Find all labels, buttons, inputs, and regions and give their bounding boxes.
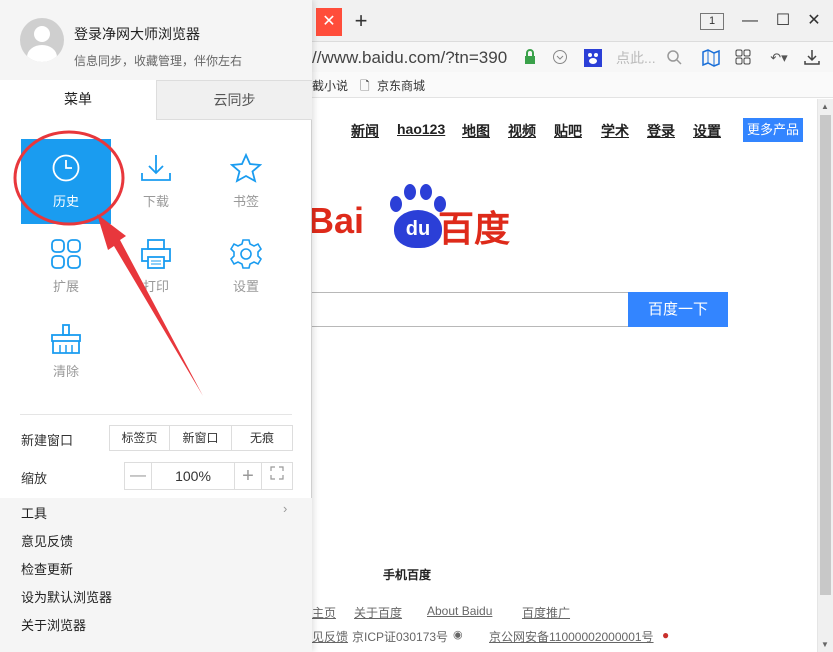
feedback-link[interactable]: 见反馈 [312, 628, 348, 645]
search-field[interactable]: 点此... [616, 47, 656, 69]
nav-link[interactable]: 视频 [508, 121, 536, 141]
bookmark-label: 书签 [232, 194, 259, 209]
menu-list: 工具 › 意见反馈 检查更新 设为默认浏览器 关于浏览器 [0, 498, 312, 652]
zoom-value: 100% [175, 468, 211, 484]
menu-item-tools[interactable]: 工具 [21, 503, 47, 522]
menu-settings-button[interactable]: 设置 [201, 224, 291, 309]
map-icon[interactable] [702, 49, 720, 67]
scroll-up-icon[interactable]: ▲ [821, 102, 829, 111]
avatar[interactable] [20, 18, 64, 62]
police-record-link[interactable]: 京公网安备11000002000001号 [489, 628, 654, 645]
new-tab-option[interactable]: 标签页 [109, 425, 170, 451]
undo-icon[interactable]: ↶▾ [766, 49, 792, 67]
nav-link[interactable]: 贴吧 [554, 121, 582, 141]
logo-paw-text: du [394, 210, 442, 248]
menu-tabs: 菜单 云同步 [0, 80, 312, 120]
chevron-right-icon: › [283, 501, 288, 516]
minimize-button[interactable]: — [739, 10, 761, 32]
extensions-icon [51, 239, 81, 269]
new-window-label: 新建窗口 [21, 433, 74, 448]
baidu-logo: Bai du 百度 [308, 184, 522, 264]
incognito-option[interactable]: 无痕 [231, 425, 293, 451]
apps-grid-icon[interactable] [734, 49, 752, 67]
mobile-baidu-link[interactable]: 手机百度 [383, 566, 431, 583]
login-title[interactable]: 登录净网大师浏览器 [74, 24, 200, 44]
print-label: 打印 [142, 279, 169, 294]
scroll-thumb[interactable] [820, 115, 831, 595]
page-scrollbar[interactable]: ▲ ▼ [817, 99, 833, 652]
close-window-button[interactable]: ✕ [803, 10, 825, 32]
menu-download-button[interactable]: 下载 [111, 139, 201, 224]
menu-clear-button[interactable]: 清除 [21, 309, 111, 394]
dropdown-circle-icon[interactable] [551, 49, 569, 67]
user-login-header[interactable]: 登录净网大师浏览器 信息同步，收藏管理，伴你左右 [0, 0, 312, 80]
nav-link[interactable]: 学术 [601, 121, 629, 141]
menu-bookmark-button[interactable]: 书签 [201, 139, 291, 224]
menu-extensions-button[interactable]: 扩展 [21, 224, 111, 309]
printer-icon [141, 239, 171, 269]
menu-item-about[interactable]: 关于浏览器 [21, 615, 86, 634]
menu-print-button[interactable]: 打印 [111, 224, 201, 309]
nav-link[interactable]: 登录 [647, 121, 675, 141]
icp-badge-icon: ◉ [453, 629, 463, 641]
logo-text-right: 百度 [438, 208, 511, 249]
download-label: 下载 [142, 194, 169, 209]
menu-item-feedback[interactable]: 意见反馈 [21, 531, 73, 550]
bookmark-item[interactable]: 京东商城 [377, 77, 425, 94]
fullscreen-icon[interactable] [262, 463, 292, 489]
footer-link[interactable]: 主页 [312, 604, 336, 621]
scroll-down-icon[interactable]: ▼ [821, 640, 829, 649]
menu-item-check-update[interactable]: 检查更新 [21, 559, 73, 578]
footer-link[interactable]: 百度推广 [522, 604, 570, 621]
download-toolbar-icon[interactable] [803, 49, 821, 67]
logo-text-left: Bai [308, 200, 365, 241]
url-field[interactable]: //www.baidu.com/?tn=390 [312, 47, 512, 69]
maximize-button[interactable]: ☐ [772, 10, 794, 32]
menu-item-set-default[interactable]: 设为默认浏览器 [21, 587, 112, 606]
divider [20, 414, 292, 415]
nav-link[interactable]: 新闻 [351, 121, 379, 141]
more-products-button[interactable]: 更多产品 [743, 118, 803, 142]
icp-text: 京ICP证030173号 [352, 630, 449, 644]
clock-icon [52, 154, 80, 182]
login-subtitle: 信息同步，收藏管理，伴你左右 [74, 54, 243, 68]
nav-link[interactable]: 地图 [462, 121, 490, 141]
paw-search-engine-icon[interactable] [584, 49, 602, 67]
zoom-label: 缩放 [21, 471, 48, 486]
star-icon [230, 153, 262, 183]
nav-link[interactable]: 设置 [693, 121, 721, 141]
tab-count-badge[interactable]: 1 [700, 13, 724, 30]
footer-link[interactable]: About Baidu [427, 604, 492, 618]
extensions-label: 扩展 [52, 279, 79, 294]
new-window-option[interactable]: 新窗口 [169, 425, 232, 451]
new-tab-button[interactable]: + [350, 8, 372, 36]
bookmark-item[interactable]: 截小说 [312, 77, 348, 94]
file-icon: 🗋 [360, 79, 370, 93]
zoom-in-button[interactable]: + [234, 463, 262, 489]
history-label: 历史 [52, 194, 79, 209]
footer-link[interactable]: 关于百度 [354, 604, 402, 621]
browser-menu-panel: 登录净网大师浏览器 信息同步，收藏管理，伴你左右 菜单 云同步 历史 下载 书签… [0, 0, 312, 652]
zoom-out-button[interactable]: — [125, 463, 152, 489]
broom-icon [51, 324, 81, 354]
zoom-control: — 100% + [124, 462, 293, 490]
tab-cloud-sync[interactable]: 云同步 [157, 80, 312, 120]
settings-label: 设置 [232, 279, 259, 294]
nav-link[interactable]: hao123 [397, 121, 445, 137]
tab-menu[interactable]: 菜单 [0, 80, 157, 120]
clear-label: 清除 [52, 364, 79, 379]
menu-history-button[interactable]: 历史 [21, 139, 111, 224]
download-icon [141, 155, 171, 181]
baidu-search-input[interactable] [312, 292, 629, 327]
close-tab-button[interactable]: ✕ [316, 8, 342, 36]
police-badge-icon: ● [662, 628, 670, 642]
search-icon[interactable] [665, 49, 683, 67]
baidu-search-button[interactable]: 百度一下 [628, 292, 728, 327]
lock-icon[interactable] [521, 49, 539, 67]
gear-icon [230, 239, 262, 269]
